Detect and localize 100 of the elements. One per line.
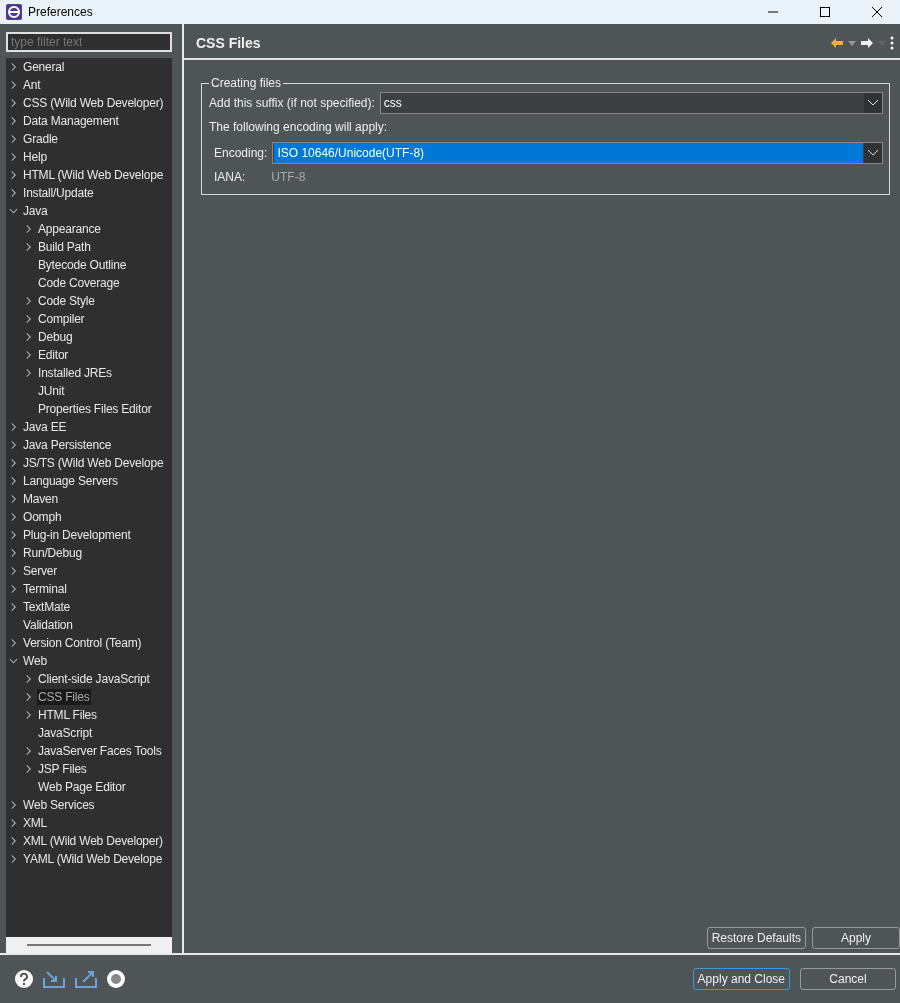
tree-item[interactable]: JavaScript	[37, 725, 94, 741]
expand-icon[interactable]	[24, 224, 33, 234]
tree-item[interactable]: JUnit	[37, 383, 66, 399]
encoding-combo[interactable]: ISO 10646/Unicode(UTF-8)	[272, 142, 883, 164]
restore-defaults-button[interactable]: Restore Defaults	[706, 927, 806, 949]
tree-item[interactable]: Version Control (Team)	[22, 635, 143, 651]
expand-icon[interactable]	[9, 62, 18, 72]
expand-icon[interactable]	[9, 512, 18, 522]
tree-item[interactable]: Java Persistence	[22, 437, 113, 453]
tree-item[interactable]: Java EE	[22, 419, 68, 435]
tree-item[interactable]: Ant	[22, 77, 42, 93]
expand-icon[interactable]	[9, 818, 18, 828]
tree-item[interactable]: Code Style	[37, 293, 96, 309]
more-icon[interactable]	[890, 36, 894, 50]
tree-item[interactable]: Gradle	[22, 131, 59, 147]
tree-item[interactable]: TextMate	[22, 599, 72, 615]
expand-icon[interactable]	[9, 170, 18, 180]
forward-arrow-icon[interactable]	[860, 37, 874, 49]
tree-item[interactable]: Web Page Editor	[37, 779, 127, 795]
tree-item[interactable]: YAML (Wild Web Develope	[22, 851, 164, 867]
expand-icon[interactable]	[9, 116, 18, 126]
tree-item[interactable]: Web	[22, 653, 48, 669]
collapse-icon[interactable]	[9, 656, 18, 666]
expand-icon[interactable]	[9, 548, 18, 558]
expand-icon[interactable]	[9, 152, 18, 162]
apply-and-close-button[interactable]: Apply and Close	[692, 968, 790, 990]
tree-item[interactable]: Language Servers	[22, 473, 119, 489]
expand-icon[interactable]	[24, 764, 33, 774]
expand-icon[interactable]	[24, 368, 33, 378]
tree-item[interactable]: JavaServer Faces Tools	[37, 743, 163, 759]
expand-icon[interactable]	[9, 836, 18, 846]
help-icon[interactable]	[15, 970, 33, 988]
expand-icon[interactable]	[24, 710, 33, 720]
expand-icon[interactable]	[24, 242, 33, 252]
tree-item[interactable]: XML	[22, 815, 49, 831]
tree-item[interactable]: Client-side JavaScript	[37, 671, 151, 687]
tree-item[interactable]: HTML Files	[37, 707, 98, 723]
tree-item[interactable]: Web Services	[22, 797, 96, 813]
tree-item[interactable]: Build Path	[37, 239, 92, 255]
expand-icon[interactable]	[9, 98, 18, 108]
expand-icon[interactable]	[24, 746, 33, 756]
expand-icon[interactable]	[9, 854, 18, 864]
expand-icon[interactable]	[9, 494, 18, 504]
tree-item[interactable]: CSS (Wild Web Developer)	[22, 95, 165, 111]
tree-item[interactable]: Data Management	[22, 113, 120, 129]
tree-item[interactable]: XML (Wild Web Developer)	[22, 833, 164, 849]
expand-icon[interactable]	[9, 134, 18, 144]
tree-item[interactable]: Terminal	[22, 581, 68, 597]
expand-icon[interactable]	[9, 602, 18, 612]
tree-item[interactable]: Bytecode Outline	[37, 257, 128, 273]
tree-item[interactable]: Help	[22, 149, 48, 165]
expand-icon[interactable]	[9, 530, 18, 540]
tree-item[interactable]: HTML (Wild Web Develope	[22, 167, 165, 183]
tree-item[interactable]: Run/Debug	[22, 545, 83, 561]
tree-item[interactable]: CSS Files	[37, 689, 91, 705]
expand-icon[interactable]	[9, 476, 18, 486]
tree-item[interactable]: JSP Files	[37, 761, 88, 777]
tree-item[interactable]: Code Coverage	[37, 275, 121, 291]
record-icon[interactable]	[107, 970, 125, 988]
tree-item[interactable]: Oomph	[22, 509, 63, 525]
expand-icon[interactable]	[9, 422, 18, 432]
expand-icon[interactable]	[9, 566, 18, 576]
tree-item[interactable]: Installed JREs	[37, 365, 113, 381]
tree-item[interactable]: General	[22, 59, 66, 75]
tree-item[interactable]: Java	[22, 203, 49, 219]
cancel-button[interactable]: Cancel	[800, 968, 896, 990]
expand-icon[interactable]	[24, 674, 33, 684]
import-icon[interactable]	[43, 970, 65, 988]
suffix-combo[interactable]: css	[379, 92, 883, 114]
tree-item[interactable]: Properties Files Editor	[37, 401, 153, 417]
back-arrow-icon[interactable]	[830, 37, 844, 49]
horizontal-scrollbar[interactable]	[6, 937, 172, 953]
filter-field[interactable]: type filter text	[6, 32, 172, 52]
apply-button[interactable]: Apply	[812, 927, 900, 949]
dropdown-icon[interactable]	[848, 40, 856, 46]
tree-item[interactable]: Compiler	[37, 311, 86, 327]
expand-icon[interactable]	[9, 80, 18, 90]
expand-icon[interactable]	[24, 296, 33, 306]
tree-item[interactable]: Editor	[37, 347, 70, 363]
tree-item[interactable]: Plug-in Development	[22, 527, 132, 543]
tree-item[interactable]: Install/Update	[22, 185, 95, 201]
expand-icon[interactable]	[24, 692, 33, 702]
expand-icon[interactable]	[9, 638, 18, 648]
tree-item[interactable]: Maven	[22, 491, 60, 507]
expand-icon[interactable]	[24, 332, 33, 342]
collapse-icon[interactable]	[9, 206, 18, 216]
tree-item[interactable]: Appearance	[37, 221, 102, 237]
expand-icon[interactable]	[9, 458, 18, 468]
expand-icon[interactable]	[9, 584, 18, 594]
expand-icon[interactable]	[24, 350, 33, 360]
expand-icon[interactable]	[9, 188, 18, 198]
expand-icon[interactable]	[24, 314, 33, 324]
tree-item[interactable]: JS/TS (Wild Web Develope	[22, 455, 165, 471]
iana-label: IANA:	[214, 170, 246, 184]
expand-icon[interactable]	[9, 800, 18, 810]
export-icon[interactable]	[75, 970, 97, 988]
expand-icon[interactable]	[9, 440, 18, 450]
tree-item[interactable]: Debug	[37, 329, 74, 345]
tree-item[interactable]: Server	[22, 563, 59, 579]
tree-item[interactable]: Validation	[22, 617, 74, 633]
